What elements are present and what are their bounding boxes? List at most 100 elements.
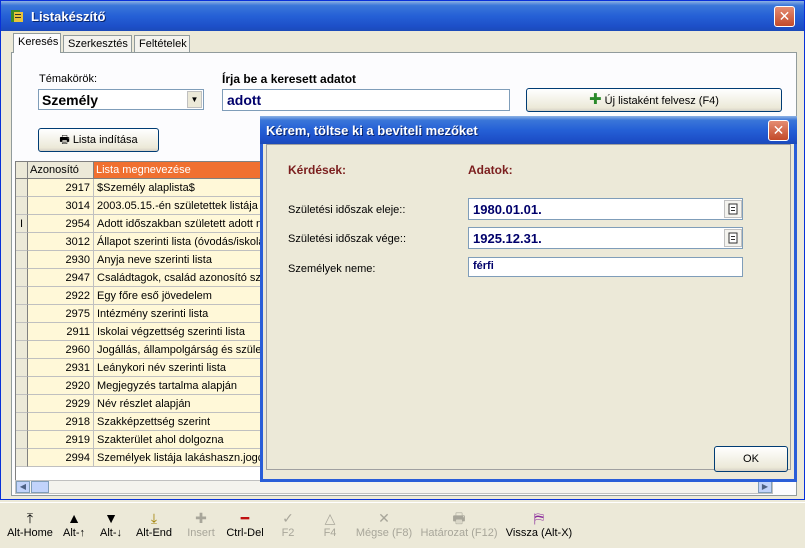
tab-kereses[interactable]: Keresés xyxy=(13,33,61,53)
search-input[interactable]: adott xyxy=(222,89,510,111)
questions-heading: Kérdések: xyxy=(288,163,347,177)
to-first-icon: ⤒ xyxy=(26,510,34,526)
topic-select-value: Személy xyxy=(42,92,99,108)
row-id-cell: 2919 xyxy=(28,431,94,449)
search-input-value: adott xyxy=(227,92,262,108)
title-bar[interactable]: Listakészítő ✕ xyxy=(1,1,804,31)
ok-button[interactable]: OK xyxy=(714,446,788,472)
check-icon: ✓ xyxy=(282,510,294,526)
window-title: Listakészítő xyxy=(31,9,106,24)
horizontal-scrollbar[interactable]: ◀ ▶ xyxy=(15,480,773,494)
plus-icon: ✚ xyxy=(589,91,602,108)
run-list-button[interactable]: 🖶 Lista indítása xyxy=(38,128,159,152)
query-label: Írja be a keresett adatot xyxy=(222,72,357,86)
printer-icon: 🖶 xyxy=(452,510,466,526)
row-indicator[interactable] xyxy=(16,305,28,323)
calendar-icon[interactable] xyxy=(724,229,742,247)
row-id-cell: 2911 xyxy=(28,323,94,341)
row-indicator[interactable] xyxy=(16,251,28,269)
minus-icon: ━ xyxy=(240,510,250,526)
gender-label: Személyek neme: xyxy=(288,263,376,275)
scroll-left-icon[interactable]: ◀ xyxy=(16,481,30,493)
calendar-icon[interactable] xyxy=(724,200,742,218)
dialog-title-bar[interactable]: Kérem, töltse ki a beviteli mezőket ✕ xyxy=(260,116,797,144)
birth-end-label: Születési időszak vége:: xyxy=(288,233,407,245)
row-id-cell: 2930 xyxy=(28,251,94,269)
arrow-down-icon: ▼ xyxy=(104,510,118,526)
close-icon: ✕ xyxy=(778,8,791,24)
printer-icon: 🖶 xyxy=(59,134,70,146)
f2-button[interactable]: ✓ F2 xyxy=(274,509,302,545)
row-indicator[interactable] xyxy=(16,197,28,215)
row-id-cell: 2954 xyxy=(28,215,94,233)
to-last-icon: ⤓ xyxy=(150,510,158,526)
row-indicator[interactable] xyxy=(16,287,28,305)
row-id-cell: 2929 xyxy=(28,395,94,413)
row-id-cell: 2947 xyxy=(28,269,94,287)
row-indicator[interactable] xyxy=(16,233,28,251)
row-indicator[interactable] xyxy=(16,377,28,395)
ok-button-label: OK xyxy=(743,453,759,465)
scroll-right-icon[interactable]: ▶ xyxy=(758,481,772,493)
grid-header-indicator xyxy=(16,162,28,179)
window-close-button[interactable]: ✕ xyxy=(774,6,795,27)
gender-value: férfi xyxy=(473,260,494,272)
row-id-cell: 2994 xyxy=(28,449,94,467)
dialog-panel: Kérdések: Adatok: Születési időszak elej… xyxy=(266,144,791,472)
delete-button[interactable]: ━ Ctrl-Del xyxy=(224,509,266,545)
decision-button[interactable]: 🖶 Határozat (F12) xyxy=(420,509,498,545)
row-indicator[interactable] xyxy=(16,431,28,449)
next-record-button[interactable]: ▼ Alt-↓ xyxy=(95,509,127,545)
plus-icon: ✚ xyxy=(195,510,207,526)
row-indicator[interactable] xyxy=(16,179,28,197)
cancel-button[interactable]: ✕ Mégse (F8) xyxy=(354,509,414,545)
x-icon: ✕ xyxy=(378,510,390,526)
app-icon xyxy=(11,10,23,22)
new-list-button-label: Új listaként felvesz (F4) xyxy=(604,95,719,107)
birth-start-field[interactable]: 1980.01.01. xyxy=(468,198,743,220)
run-list-button-label: Lista indítása xyxy=(72,134,138,146)
birth-start-value: 1980.01.01. xyxy=(473,202,542,217)
exit-icon: ⛿ xyxy=(533,510,545,526)
dialog-close-button[interactable]: ✕ xyxy=(768,120,789,141)
arrow-up-icon: ▲ xyxy=(67,510,81,526)
row-id-cell: 2918 xyxy=(28,413,94,431)
tab-szerkesztes[interactable]: Szerkesztés xyxy=(63,35,132,53)
row-id-cell: 2917 xyxy=(28,179,94,197)
birth-end-value: 1925.12.31. xyxy=(473,231,542,246)
new-list-button[interactable]: ✚ Új listaként felvesz (F4) xyxy=(526,88,782,112)
row-indicator[interactable] xyxy=(16,341,28,359)
row-indicator[interactable] xyxy=(16,395,28,413)
insert-button[interactable]: ✚ Insert xyxy=(184,509,218,545)
navigation-toolbar: ⤒ Alt-Home ▲ Alt-↑ ▼ Alt-↓ ⤓ Alt-End ✚ Insert… xyxy=(0,502,805,548)
row-id-cell: 2960 xyxy=(28,341,94,359)
row-id-cell: 2922 xyxy=(28,287,94,305)
scroll-thumb[interactable] xyxy=(31,481,49,493)
tab-feltetelek[interactable]: Feltételek xyxy=(134,35,190,53)
row-indicator[interactable]: I xyxy=(16,215,28,233)
row-id-cell: 2975 xyxy=(28,305,94,323)
birth-end-field[interactable]: 1925.12.31. xyxy=(468,227,743,249)
f4-button[interactable]: △ F4 xyxy=(316,509,344,545)
back-button[interactable]: ⛿ Vissza (Alt-X) xyxy=(505,509,573,545)
row-id-cell: 3014 xyxy=(28,197,94,215)
close-icon: ✕ xyxy=(772,122,785,138)
grid-header-id[interactable]: Azonosító xyxy=(28,162,94,179)
row-indicator[interactable] xyxy=(16,449,28,467)
row-indicator[interactable] xyxy=(16,413,28,431)
prev-record-button[interactable]: ▲ Alt-↑ xyxy=(58,509,90,545)
data-heading: Adatok: xyxy=(468,163,513,177)
dialog-title: Kérem, töltse ki a beviteli mezőket xyxy=(266,123,478,138)
input-dialog: Kérem, töltse ki a beviteli mezőket ✕ Ké… xyxy=(260,116,797,482)
topics-label: Témakörök: xyxy=(39,73,98,85)
row-id-cell: 3012 xyxy=(28,233,94,251)
first-record-button[interactable]: ⤒ Alt-Home xyxy=(6,509,54,545)
row-indicator[interactable] xyxy=(16,359,28,377)
topic-select[interactable]: Személy ▼ xyxy=(38,89,204,110)
chevron-down-icon[interactable]: ▼ xyxy=(187,91,202,108)
last-record-button[interactable]: ⤓ Alt-End xyxy=(134,509,174,545)
gender-field[interactable]: férfi xyxy=(468,257,743,277)
row-indicator[interactable] xyxy=(16,269,28,287)
row-indicator[interactable] xyxy=(16,323,28,341)
row-id-cell: 2931 xyxy=(28,359,94,377)
